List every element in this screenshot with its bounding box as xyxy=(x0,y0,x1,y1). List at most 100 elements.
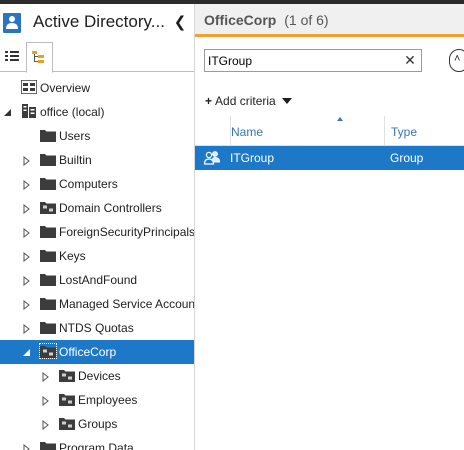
tree-item-label: Groups xyxy=(78,417,118,431)
tree-item-label: Overview xyxy=(40,81,91,95)
tree-item[interactable]: NTDS Quotas xyxy=(0,316,194,340)
ou-icon xyxy=(59,392,75,406)
collapsed-triangle-icon[interactable] xyxy=(23,155,31,167)
folder-icon xyxy=(40,272,56,286)
expanded-triangle-icon[interactable] xyxy=(23,347,31,357)
collapsed-triangle-icon[interactable] xyxy=(23,323,31,335)
content-title: OfficeCorp (1 of 6) xyxy=(204,12,329,28)
column-header-label: Name xyxy=(231,125,264,139)
folder-icon xyxy=(40,176,56,190)
tree-item-label: ForeignSecurityPrincipals xyxy=(59,225,194,239)
tree-item[interactable]: Groups xyxy=(0,412,194,436)
tree-item[interactable]: ForeignSecurityPrincipals xyxy=(0,220,194,244)
navigation-pane: Active Directory... ❮ Overview office (lo… xyxy=(0,4,194,450)
collapsed-triangle-icon[interactable] xyxy=(23,203,31,215)
folder-icon xyxy=(40,440,56,450)
content-pane: OfficeCorp (1 of 6) ✕ ˄ +Add criteria Na… xyxy=(195,4,464,450)
tree-item-label: Program Data xyxy=(59,441,134,450)
tree-item-label: NTDS Quotas xyxy=(59,321,134,335)
content-header: OfficeCorp (1 of 6) xyxy=(195,4,464,37)
cell-type: Group xyxy=(390,151,424,165)
tree-item[interactable]: Domain Controllers xyxy=(0,196,194,220)
filter-input[interactable] xyxy=(208,52,398,69)
collapsed-triangle-icon[interactable] xyxy=(23,443,31,450)
app-title: Active Directory... xyxy=(33,12,165,31)
tree-item-label: Domain Controllers xyxy=(59,201,162,215)
tree-item-label: OfficeCorp xyxy=(59,345,117,359)
tree-item[interactable]: Computers xyxy=(0,172,194,196)
collapse-filter-button[interactable]: ˄ xyxy=(449,49,464,72)
tab-list-view[interactable] xyxy=(0,42,26,72)
collapsed-triangle-icon[interactable] xyxy=(42,371,50,383)
folder-icon xyxy=(40,248,56,262)
tree-item-label: office (local) xyxy=(40,105,105,119)
expanded-triangle-icon[interactable] xyxy=(4,107,12,117)
tree-item[interactable]: office (local) xyxy=(0,100,194,124)
ou-icon xyxy=(59,416,75,430)
list-icon xyxy=(5,51,19,61)
collapsed-triangle-icon[interactable] xyxy=(23,227,31,239)
clear-filter-icon[interactable]: ✕ xyxy=(403,52,417,69)
ou-icon xyxy=(59,368,75,382)
collapsed-triangle-icon[interactable] xyxy=(23,275,31,287)
result-count: (1 of 6) xyxy=(284,12,329,28)
tree-item[interactable]: Overview xyxy=(0,76,194,100)
active-directory-icon xyxy=(3,13,21,33)
collapsed-triangle-icon[interactable] xyxy=(42,395,50,407)
caret-down-icon xyxy=(281,98,292,104)
tree-item[interactable]: OfficeCorp xyxy=(0,340,194,364)
nav-view-tabs xyxy=(0,42,194,73)
collapsed-triangle-icon[interactable] xyxy=(23,179,31,191)
column-header-label: Type xyxy=(391,125,418,139)
column-header-type[interactable]: Type xyxy=(384,116,464,146)
folder-icon xyxy=(40,296,56,310)
container-name: OfficeCorp xyxy=(204,12,277,28)
filter-area: ✕ ˄ xyxy=(195,40,464,88)
folder-icon xyxy=(40,320,56,334)
overview-icon xyxy=(20,79,38,95)
criteria-bar: + Add criteria xyxy=(195,88,464,116)
group-icon xyxy=(203,150,221,169)
tree-item[interactable]: Builtin xyxy=(0,148,194,172)
tree-item-label: Employees xyxy=(78,393,138,407)
add-criteria-label: Add criteria xyxy=(215,94,276,108)
folder-icon xyxy=(40,152,56,166)
folder-icon xyxy=(40,128,56,142)
tree-item[interactable]: Employees xyxy=(0,388,194,412)
tree-item[interactable]: Devices xyxy=(0,364,194,388)
tree-item-label: Devices xyxy=(78,369,121,383)
tree-item-label: Users xyxy=(59,129,91,143)
collapse-nav-button[interactable]: ❮ xyxy=(172,14,188,32)
column-header-name[interactable]: Name xyxy=(230,116,382,146)
tree-item[interactable]: Keys xyxy=(0,244,194,268)
filter-box[interactable]: ✕ xyxy=(204,49,422,72)
chevron-up-icon: ˄ xyxy=(454,53,461,65)
tree-icon xyxy=(32,51,44,63)
add-criteria-button[interactable]: + Add criteria xyxy=(205,94,292,108)
ou-icon xyxy=(39,343,57,359)
tree-item[interactable]: Users xyxy=(0,124,194,148)
tree-item-label: LostAndFound xyxy=(59,273,138,287)
tree-item[interactable]: LostAndFound xyxy=(0,268,194,292)
plus-icon: + xyxy=(205,94,213,108)
grid-header: Name Type xyxy=(195,116,464,146)
collapsed-triangle-icon[interactable] xyxy=(23,251,31,263)
tree-item-label: Computers xyxy=(59,177,118,191)
tree-item[interactable]: Managed Service Accoun xyxy=(0,292,194,316)
column-icon-spacer xyxy=(222,116,230,146)
ou-icon xyxy=(40,200,56,214)
tab-tree-view[interactable] xyxy=(26,42,53,73)
table-row[interactable]: ITGroup Group xyxy=(195,146,464,170)
domain-icon xyxy=(21,104,37,118)
tree-item-label: Managed Service Accoun xyxy=(59,297,194,311)
collapsed-triangle-icon[interactable] xyxy=(23,299,31,311)
chevron-left-icon: ❮ xyxy=(173,14,187,31)
cell-name: ITGroup xyxy=(230,151,275,165)
folder-icon xyxy=(40,224,56,238)
sort-ascending-icon xyxy=(337,117,343,121)
tree-item-label: Keys xyxy=(59,249,86,263)
nav-header: Active Directory... ❮ xyxy=(0,4,194,40)
tree-item-label: Builtin xyxy=(59,153,92,167)
collapsed-triangle-icon[interactable] xyxy=(42,419,50,431)
tree-item[interactable]: Program Data xyxy=(0,436,194,450)
